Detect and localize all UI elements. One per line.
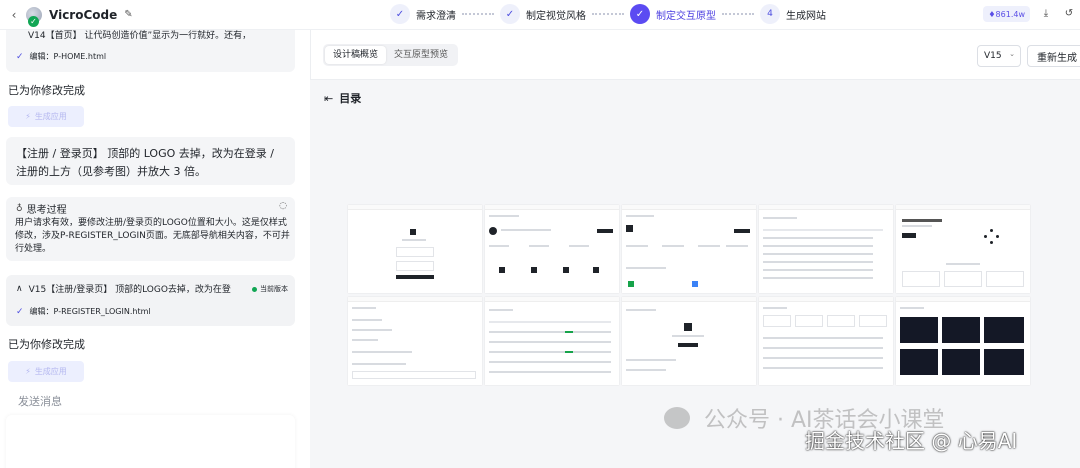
history-icon[interactable]: ↺ <box>1062 7 1076 21</box>
step-connector <box>462 13 494 15</box>
thinking-header[interactable]: ♁ 思考过程 <box>16 201 67 217</box>
toc-header[interactable]: ⇤ 目录 <box>324 90 361 106</box>
lightbulb-toggle-icon[interactable]: ◌ <box>279 201 287 211</box>
tab-prototype-preview[interactable]: 交互原型预览 <box>386 46 456 64</box>
page-thumbnail[interactable] <box>759 205 893 293</box>
status-dot-icon <box>252 286 257 292</box>
edited-file: 编辑：P-HOME.html <box>29 52 107 61</box>
edited-file: 编辑：P-REGISTER_LOGIN.html <box>29 307 151 316</box>
page-thumbnail[interactable] <box>485 205 619 293</box>
header-actions: ♦ 861.4w ⤓ ↺ <box>983 6 1076 22</box>
lightning-icon: ⚡ <box>25 367 31 376</box>
step-active-check-icon: ✓ <box>630 4 650 24</box>
step-3[interactable]: ✓ 制定交互原型 <box>630 4 716 24</box>
page-thumbnail[interactable] <box>348 297 482 385</box>
edit-file-row: ✓ 编辑：P-HOME.html <box>16 51 106 62</box>
version-title: V14【首页】 让代码创造价值”显示为一行就好。还有， <box>28 31 252 41</box>
page-thumbnail[interactable] <box>622 297 756 385</box>
credit-badge[interactable]: ♦ 861.4w <box>983 6 1030 22</box>
view-tabs: 设计稿概览 交互原型预览 <box>323 44 459 66</box>
check-icon: ✓ <box>16 51 24 62</box>
step-number: 4 <box>760 4 780 24</box>
check-icon: ✓ <box>16 306 24 317</box>
chevron-down-icon: ⌄ <box>1009 50 1015 58</box>
tab-design-overview[interactable]: 设计稿概览 <box>325 46 387 64</box>
step-label: 制定视觉风格 <box>526 10 586 22</box>
thinking-text: 用户请求有效，要修改注册/登录页的LOGO位置和大小。这是仅样式修改，涉及P-R… <box>15 218 290 254</box>
message-input-box[interactable] <box>6 415 295 468</box>
button-label: 生成应用 <box>34 367 67 376</box>
page-thumbnail[interactable] <box>348 205 482 293</box>
download-icon[interactable]: ⤓ <box>1039 7 1053 21</box>
version-title: V15【注册/登录页】 顶部的LOGO去掉，改为在登 <box>28 285 231 295</box>
credit-value: 861.4w <box>995 9 1025 19</box>
toc-title: 目录 <box>339 92 362 105</box>
thinking-card: ♁ 思考过程 ◌ 用户请求有效，要修改注册/登录页的LOGO位置和大小。这是仅样… <box>6 197 295 261</box>
step-done-check-icon: ✓ <box>390 4 410 24</box>
top-bar: ‹ ✓ VicroCode ✎ ✓ 需求澄清 ✓ 制定视觉风格 ✓ 制定交互原型… <box>0 0 1080 30</box>
version-card-v15[interactable]: ∧ V15【注册/登录页】 顶部的LOGO去掉，改为在登 当前版本 ✓ 编辑：P… <box>6 275 295 326</box>
step-label: 制定交互原型 <box>656 10 716 22</box>
page-thumbnail[interactable] <box>896 297 1030 385</box>
page-thumbnail-grid <box>348 205 1030 386</box>
step-done-check-icon: ✓ <box>500 4 520 24</box>
step-2[interactable]: ✓ 制定视觉风格 <box>500 4 586 24</box>
step-4[interactable]: 4 生成网站 <box>760 4 826 24</box>
progress-steps: ✓ 需求澄清 ✓ 制定视觉风格 ✓ 制定交互原型 4 生成网站 <box>390 3 826 25</box>
chevron-up-icon[interactable]: ∧ <box>16 284 23 294</box>
step-label: 需求澄清 <box>416 10 456 22</box>
done-message: 已为你修改完成 <box>8 338 85 351</box>
generate-app-button[interactable]: ⚡ 生成应用 <box>8 361 84 382</box>
version-select[interactable]: V15 ⌄ <box>977 45 1021 67</box>
user-message-bubble: 【注册 / 登录页】 顶部的 LOGO 去掉，改为在登录 / 注册的上方（见参考… <box>6 137 295 185</box>
generate-app-button[interactable]: ⚡ 生成应用 <box>8 106 84 127</box>
edit-name-icon[interactable]: ✎ <box>124 9 135 20</box>
page-thumbnail[interactable] <box>485 297 619 385</box>
version-value: V15 <box>984 51 1002 61</box>
lightning-icon: ⚡ <box>25 112 31 121</box>
diamond-icon: ♦ <box>988 9 996 19</box>
regenerate-button[interactable]: 重新生成 <box>1027 45 1080 67</box>
thinking-title: 思考过程 <box>26 205 67 216</box>
current-version-tag: 当前版本 <box>252 284 288 294</box>
tag-label: 当前版本 <box>260 285 288 293</box>
step-connector <box>592 13 624 15</box>
step-label: 生成网站 <box>786 10 826 22</box>
app-name: VicroCode <box>49 7 118 22</box>
list-collapse-icon: ⇤ <box>324 91 334 105</box>
back-icon[interactable]: ‹ <box>6 7 22 23</box>
app-logo: ✓ <box>26 6 42 27</box>
check-badge-icon: ✓ <box>28 15 39 27</box>
done-message: 已为你修改完成 <box>8 84 85 97</box>
version-card-v14[interactable]: V14【首页】 让代码创造价值”显示为一行就好。还有， ✓ 编辑：P-HOME.… <box>6 30 295 72</box>
step-connector <box>722 13 754 15</box>
watermark-juejin: 掘金技术社区 @ 心易AI <box>805 429 1018 453</box>
lightbulb-icon: ♁ <box>16 203 23 214</box>
wechat-logo-icon <box>664 407 690 429</box>
page-thumbnail[interactable] <box>759 297 893 385</box>
step-1[interactable]: ✓ 需求澄清 <box>390 4 456 24</box>
preview-toolbar: 设计稿概览 交互原型预览 V15 ⌄ 重新生成 <box>310 30 1080 80</box>
page-thumbnail[interactable] <box>622 205 756 293</box>
page-thumbnail[interactable] <box>896 205 1030 293</box>
message-input-placeholder[interactable]: 发送消息 <box>18 393 62 409</box>
edit-file-row: ✓ 编辑：P-REGISTER_LOGIN.html <box>16 306 151 317</box>
version-header: ∧ V15【注册/登录页】 顶部的LOGO去掉，改为在登 <box>16 282 231 296</box>
button-label: 生成应用 <box>34 112 67 121</box>
